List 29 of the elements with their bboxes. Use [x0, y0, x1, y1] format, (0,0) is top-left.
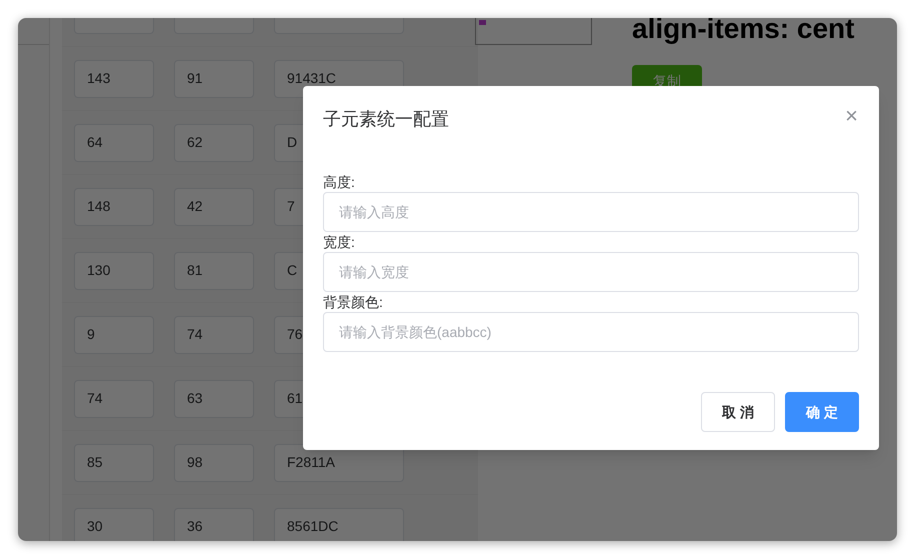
- value-field[interactable]: 62: [174, 124, 254, 162]
- value-field[interactable]: 130: [74, 252, 154, 290]
- value-field[interactable]: 91: [174, 60, 254, 98]
- value-field[interactable]: 9: [74, 316, 154, 354]
- value-field[interactable]: 81: [174, 252, 254, 290]
- input-field[interactable]: 请输入宽度: [323, 252, 859, 292]
- value-field[interactable]: 63: [174, 380, 254, 418]
- cancel-button[interactable]: 取 消: [701, 392, 775, 432]
- value-field[interactable]: 74: [174, 316, 254, 354]
- value-field[interactable]: 148: [74, 188, 154, 226]
- page-heading: align-items: cent: [632, 18, 854, 45]
- value-field[interactable]: 30: [74, 508, 154, 541]
- value-field[interactable]: 64: [74, 124, 154, 162]
- field-label: 背景颜色:: [323, 293, 384, 312]
- value-field[interactable]: 85: [74, 444, 154, 482]
- input-field[interactable]: 请输入高度: [323, 192, 859, 232]
- value-field[interactable]: 8561DC: [274, 508, 404, 541]
- value-field[interactable]: 143: [74, 60, 154, 98]
- field-label: 宽度:: [323, 233, 356, 252]
- value-field[interactable]: 98: [174, 444, 254, 482]
- value-field[interactable]: 42: [174, 188, 254, 226]
- confirm-button[interactable]: 确 定: [785, 392, 859, 432]
- input-field[interactable]: 请输入背景颜色(aabbcc): [323, 312, 859, 352]
- value-field[interactable]: 74: [74, 380, 154, 418]
- close-button[interactable]: ×: [845, 108, 858, 124]
- value-field[interactable]: 36: [174, 508, 254, 541]
- dialog-title: 子元素统一配置: [323, 108, 449, 131]
- preview-item: [479, 20, 486, 25]
- field-label: 高度:: [323, 173, 356, 192]
